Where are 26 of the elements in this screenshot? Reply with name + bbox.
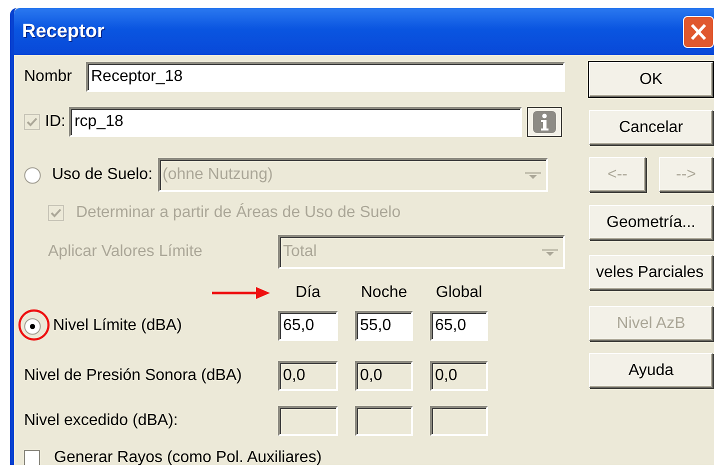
dialog-button[interactable]: veles Parciales — [589, 255, 713, 290]
row-label: Nivel excedido (dBA): — [24, 412, 178, 430]
field-label: Aplicar Valores Límite — [48, 243, 202, 261]
row-label: Nivel Límite (dBA) — [53, 317, 182, 335]
dialog-button[interactable]: OK — [589, 62, 713, 97]
field-label: ID: — [45, 113, 66, 131]
name-field[interactable]: Receptor_18 — [86, 62, 565, 92]
checkbox[interactable] — [24, 450, 40, 465]
value-field[interactable]: 55,0 — [355, 311, 413, 341]
column-header: Global — [434, 284, 484, 302]
field-label: Nombr — [24, 68, 74, 86]
value-field[interactable]: 65,0 — [430, 311, 488, 341]
window-title: Receptor — [21, 20, 104, 42]
dialog-button[interactable]: Ayuda — [589, 353, 713, 388]
row-label: Nivel de Presión Sonora (dBA) — [24, 367, 242, 385]
dialog-button[interactable]: Cancelar — [589, 110, 713, 145]
column-header: Noche — [360, 284, 408, 302]
radio-button[interactable] — [24, 318, 41, 334]
checkbox-label: Determinar a partir de Áreas de Uso de Suelo — [76, 204, 401, 222]
dialog-button[interactable]: Geometría... — [589, 205, 713, 240]
checkbox-label: Generar Rayos (como Pol. Auxiliares) — [54, 449, 322, 465]
column-header: Día — [294, 284, 322, 302]
radio-label: Uso de Suelo: — [52, 166, 153, 184]
close-icon[interactable] — [683, 16, 714, 48]
value-field[interactable]: 65,0 — [278, 311, 338, 341]
info-icon[interactable] — [527, 107, 562, 137]
